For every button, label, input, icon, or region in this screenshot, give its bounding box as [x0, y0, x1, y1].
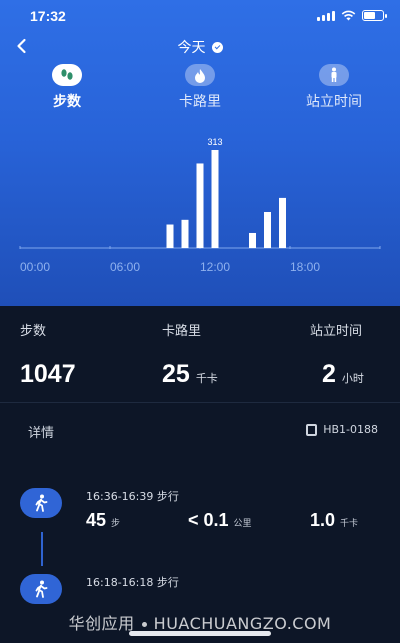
activity-distance-unit: 公里 — [233, 519, 252, 529]
battery-icon — [362, 10, 387, 21]
metric-tabs: 步数 卡路里 站立时间 — [0, 64, 400, 114]
wifi-icon — [341, 10, 356, 21]
details-title: 详情 — [28, 426, 55, 441]
x-tick-label: 00:00 — [20, 260, 50, 274]
activity-calories-unit: 千卡 — [340, 519, 359, 529]
x-tick-label: 06:00 — [110, 260, 140, 274]
activity-steps-value: 45 — [86, 510, 107, 530]
steps-number: 1047 — [20, 360, 76, 388]
watch-icon — [306, 423, 318, 436]
chart-bar[interactable] — [249, 232, 256, 248]
calories-unit: 千卡 — [195, 372, 218, 385]
nav-bar: 今天 — [0, 34, 400, 60]
calories-value: 25 千卡 — [162, 360, 218, 389]
status-time: 17:32 — [30, 8, 66, 24]
activity-steps: 45 步 — [86, 510, 120, 531]
cellular-signal-icon — [317, 10, 335, 21]
timeline-connector — [41, 532, 43, 566]
chart-bar[interactable] — [279, 197, 286, 248]
chart-panel: 17:32 今天 步数 卡路里 站立时间 00:00 06:00 12:00 1… — [0, 0, 400, 306]
standing-label: 站立时间 — [310, 324, 363, 339]
activity-distance-value: < 0.1 — [188, 510, 229, 530]
walking-person-icon — [20, 574, 62, 604]
watermark-bullet — [141, 622, 147, 627]
activity-item[interactable]: 16:18-16:18 步行 — [0, 574, 400, 604]
device-id: HB1-0188 — [323, 423, 378, 436]
activity-time: 16:18-16:18 步行 — [86, 576, 179, 589]
tab-label: 卡路里 — [179, 94, 221, 110]
calories-label: 卡路里 — [162, 324, 202, 339]
steps-label: 步数 — [20, 324, 47, 339]
activity-item[interactable]: 16:36-16:39 步行 45 步 < 0.1 公里 1.0 千卡 — [0, 488, 400, 538]
max-value-label: 313 — [207, 137, 222, 147]
status-icons — [317, 10, 387, 21]
divider — [0, 402, 400, 403]
activity-stats: 45 步 < 0.1 公里 1.0 千卡 — [86, 510, 386, 536]
footprints-icon — [52, 64, 82, 86]
activity-time: 16:36-16:39 步行 — [86, 490, 179, 503]
x-tick-label: 18:00 — [290, 260, 320, 274]
chart-svg: 00:00 06:00 12:00 18:00 313 — [19, 137, 381, 274]
calories-number: 25 — [162, 360, 190, 388]
details-header: 详情 HB1-0188 — [0, 416, 400, 446]
activity-calories-value: 1.0 — [310, 510, 336, 530]
chart-bar[interactable] — [196, 163, 204, 248]
steps-value: 1047 — [20, 360, 76, 389]
device-badge: HB1-0188 — [306, 423, 378, 436]
tab-steps[interactable]: 步数 — [17, 64, 117, 111]
activity-steps-unit: 步 — [111, 519, 121, 529]
tab-label: 步数 — [53, 94, 81, 110]
chart-bar[interactable] — [264, 211, 271, 248]
chart-bar[interactable] — [181, 219, 189, 248]
home-indicator[interactable] — [129, 631, 271, 636]
chart-bar[interactable] — [166, 224, 174, 248]
date-title: 今天 — [177, 40, 206, 56]
standing-unit: 小时 — [341, 372, 364, 385]
activity-calories: 1.0 千卡 — [310, 510, 358, 531]
summary-row: 步数 卡路里 站立时间 1047 25 千卡 2 小时 — [0, 306, 400, 402]
date-selector[interactable]: 今天 — [0, 37, 400, 57]
standing-number: 2 — [322, 360, 336, 388]
x-tick-label: 12:00 — [200, 260, 230, 274]
steps-bar-chart: 00:00 06:00 12:00 18:00 313 — [0, 120, 400, 280]
status-bar: 17:32 — [0, 0, 400, 32]
watermark-left: 华创应用 — [68, 614, 135, 633]
standing-value: 2 小时 — [322, 360, 364, 389]
chevron-down-icon — [211, 41, 223, 53]
chart-bar[interactable] — [211, 150, 219, 248]
tab-calories[interactable]: 卡路里 — [150, 64, 250, 111]
tab-standing-time[interactable]: 站立时间 — [284, 64, 384, 111]
activity-distance: < 0.1 公里 — [188, 510, 252, 531]
tab-label: 站立时间 — [306, 94, 362, 110]
flame-icon — [185, 64, 215, 86]
walking-person-icon — [20, 488, 62, 518]
standing-person-icon — [319, 64, 349, 86]
